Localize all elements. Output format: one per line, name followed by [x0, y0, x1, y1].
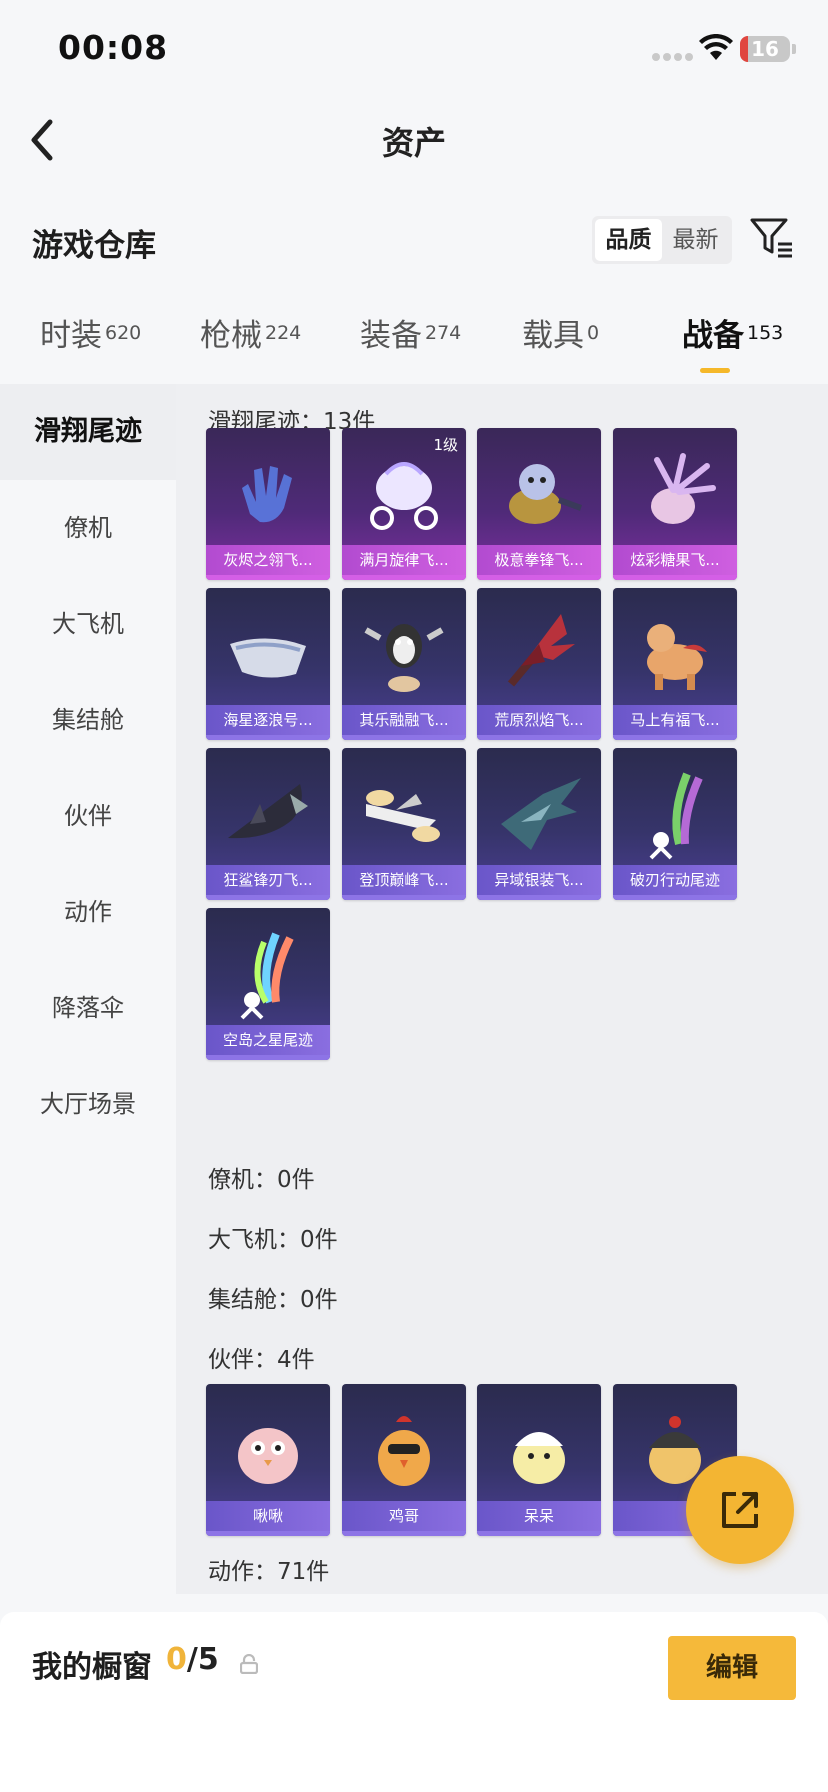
item-card-name: 其乐融融飞...	[342, 705, 466, 735]
item-card[interactable]: 啾啾	[206, 1384, 330, 1536]
item-card[interactable]: 破刃行动尾迹	[613, 748, 737, 900]
item-card[interactable]: 1级满月旋律飞...	[342, 428, 466, 580]
item-card[interactable]: 狂鲨锋刃飞...	[206, 748, 330, 900]
jet-icon	[366, 790, 440, 842]
showcase-count: 0/5	[166, 1642, 219, 1677]
sidebar-item-pod[interactable]: 集结舱	[0, 672, 176, 768]
boat-icon	[230, 638, 306, 678]
tab-vehicles[interactable]: 载具 0	[522, 310, 599, 355]
lock-icon	[240, 1654, 258, 1674]
item-card-name: 呆呆	[477, 1501, 601, 1531]
sidebar-item-emote[interactable]: 动作	[0, 864, 176, 960]
penguin-icon	[364, 624, 444, 692]
active-tab-indicator	[700, 368, 730, 373]
tab-guns[interactable]: 枪械 224	[200, 310, 301, 355]
section-header-partner: 伙伴：4件	[208, 1347, 315, 1373]
item-card-name: 荒原烈焰飞...	[477, 705, 601, 735]
share-icon	[722, 1492, 758, 1528]
sidebar-item-wingman[interactable]: 僚机	[0, 480, 176, 576]
status-time: 00:08	[58, 28, 169, 67]
item-card[interactable]: 灰烬之翎飞...	[206, 428, 330, 580]
sort-toggle[interactable]: 品质 最新	[592, 216, 732, 264]
item-card-name: 海星逐浪号...	[206, 705, 330, 735]
cellular-signal-icon	[652, 53, 693, 61]
status-bar: 00:08 16	[0, 0, 828, 100]
tab-fashion[interactable]: 时装 620	[40, 310, 141, 355]
rooster-icon	[378, 1416, 430, 1486]
item-card[interactable]: 极意拳锋飞...	[477, 428, 601, 580]
section-header-big-plane: 大飞机：0件	[208, 1227, 338, 1253]
page-title: 资产	[381, 124, 446, 162]
item-card[interactable]: 马上有福飞...	[613, 588, 737, 740]
sidebar-item-partner[interactable]: 伙伴	[0, 768, 176, 864]
sidebar: 滑翔尾迹 僚机 大飞机 集结舱 伙伴 动作 降落伞 大厅场景	[0, 384, 176, 1594]
tab-equipment[interactable]: 装备 274	[360, 310, 461, 355]
showcase-bar: 我的橱窗 0/5 编辑	[0, 1612, 828, 1792]
sidebar-item-lobby-scene[interactable]: 大厅场景	[0, 1056, 176, 1152]
item-card-name: 异域银装飞...	[477, 865, 601, 895]
item-card-name: 破刃行动尾迹	[613, 865, 737, 895]
flame-wing-icon	[507, 614, 575, 687]
item-card-name: 马上有福飞...	[613, 705, 737, 735]
edit-button[interactable]: 编辑	[668, 1636, 796, 1700]
item-card[interactable]: 空岛之星尾迹	[206, 908, 330, 1060]
carriage-icon	[370, 462, 438, 530]
battery-icon: 16	[740, 36, 790, 62]
section-header-emote: 动作：71件	[208, 1559, 330, 1585]
level-badge: 1级	[433, 436, 458, 454]
warehouse-title: 游戏仓库	[32, 228, 156, 264]
showcase-title: 我的橱窗	[32, 1650, 152, 1685]
item-content: 滑翔尾迹：13件 僚机：0件 大飞机：0件 集结舱：0件 伙伴：4件 动作：71…	[176, 384, 828, 1594]
trail-icon	[649, 772, 703, 860]
blade-wing-icon	[501, 778, 581, 850]
item-card-name: 炫彩糖果飞...	[613, 545, 737, 575]
sort-newest-button[interactable]: 最新	[662, 219, 729, 261]
section-header-wingman: 僚机：0件	[208, 1167, 315, 1193]
share-button[interactable]	[686, 1456, 794, 1564]
item-card-name: 极意拳锋飞...	[477, 545, 601, 575]
item-card[interactable]: 海星逐浪号...	[206, 588, 330, 740]
tab-battle-prep[interactable]: 战备 153	[682, 310, 783, 355]
item-card[interactable]: 登顶巅峰飞...	[342, 748, 466, 900]
item-card-name: 鸡哥	[342, 1501, 466, 1531]
sort-quality-button[interactable]: 品质	[595, 219, 662, 261]
pink-chick-icon	[238, 1428, 298, 1484]
item-card-name: 满月旋律飞...	[342, 545, 466, 575]
item-card[interactable]: 呆呆	[477, 1384, 601, 1536]
glove-icon	[242, 466, 292, 523]
sidebar-item-parachute[interactable]: 降落伞	[0, 960, 176, 1056]
item-card-name: 空岛之星尾迹	[206, 1025, 330, 1055]
item-card[interactable]: 鸡哥	[342, 1384, 466, 1536]
item-card[interactable]: 荒原烈焰飞...	[477, 588, 601, 740]
candy-icon	[651, 453, 716, 524]
rainbow-trail-icon	[240, 932, 294, 1020]
filter-icon[interactable]	[748, 214, 794, 260]
item-card[interactable]: 其乐融融飞...	[342, 588, 466, 740]
item-card-name: 登顶巅峰飞...	[342, 865, 466, 895]
section-header-pod: 集结舱：0件	[208, 1287, 338, 1313]
battery-level: 16	[751, 37, 779, 61]
wifi-icon	[699, 34, 733, 60]
horse-icon	[647, 624, 707, 690]
white-chick-icon	[513, 1432, 565, 1484]
sidebar-item-big-plane[interactable]: 大飞机	[0, 576, 176, 672]
item-card-name: 狂鲨锋刃飞...	[206, 865, 330, 895]
sidebar-item-glide-trail[interactable]: 滑翔尾迹	[0, 384, 176, 480]
item-card[interactable]: 异域银装飞...	[477, 748, 601, 900]
item-card-name: 啾啾	[206, 1501, 330, 1531]
category-tabs: 时装 620 枪械 224 装备 274 载具 0 战备 153	[0, 310, 828, 380]
shark-icon	[228, 784, 308, 839]
item-card[interactable]: 炫彩糖果飞...	[613, 428, 737, 580]
item-card-name: 灰烬之翎飞...	[206, 545, 330, 575]
creature-icon	[509, 464, 583, 524]
